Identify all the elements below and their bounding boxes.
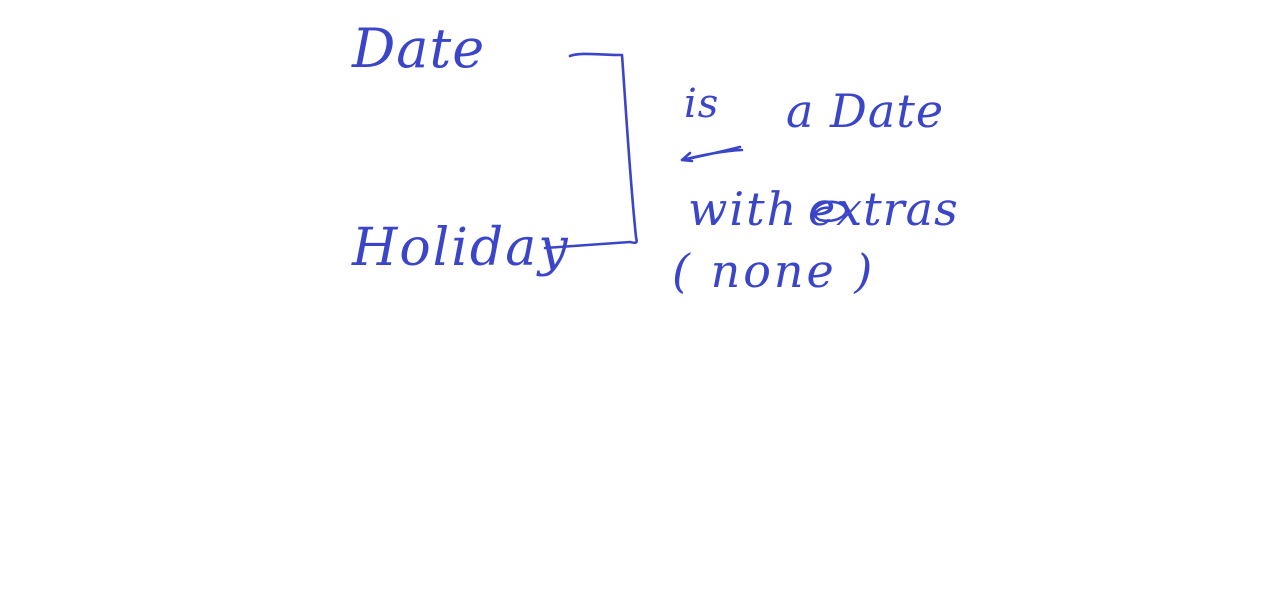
- target-type-label: a Date: [786, 84, 945, 138]
- whiteboard-canvas: Date Holiday is a Date with extras ( non…: [0, 0, 1268, 590]
- extras-label: extras: [808, 182, 959, 236]
- extras-prefix-label: with: [688, 182, 799, 236]
- holiday-entity-label: Holiday: [352, 218, 570, 278]
- diagram-connectors: [543, 52, 848, 250]
- date-entity-label: Date: [352, 17, 486, 80]
- is-relation-label: is: [684, 81, 720, 127]
- is-arrow: [680, 145, 744, 163]
- extras-note: ( none ): [672, 244, 876, 298]
